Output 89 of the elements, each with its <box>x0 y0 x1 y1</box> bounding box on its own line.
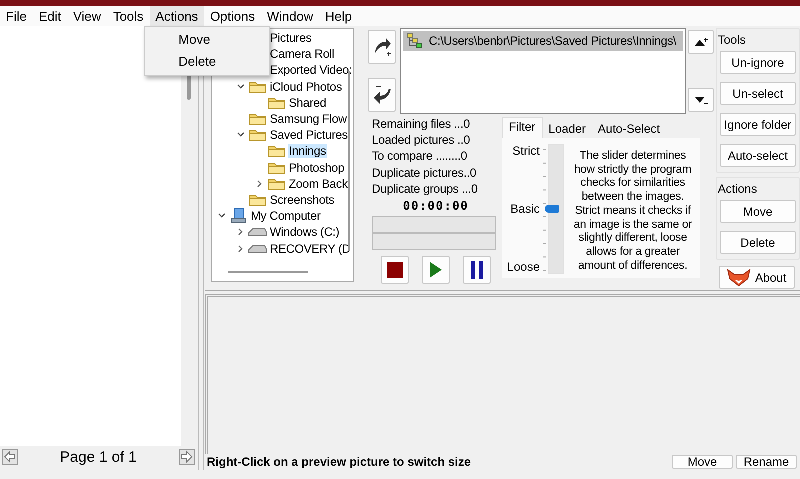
folder-icon <box>268 96 286 110</box>
action-button[interactable]: Move <box>720 200 796 223</box>
group-title: Actions <box>718 182 758 196</box>
folder-icon <box>268 144 286 158</box>
move-down-button[interactable] <box>688 88 714 112</box>
tree-item[interactable]: Screenshots <box>269 192 336 207</box>
tree-item[interactable]: Shared <box>288 96 328 110</box>
scrollbar-thumb[interactable] <box>228 271 308 273</box>
drive-icon <box>248 244 268 254</box>
stat-line: Duplicate pictures..0 <box>372 164 478 181</box>
slider-track[interactable] <box>548 144 564 274</box>
computer-icon <box>230 208 248 224</box>
chevron-icon[interactable] <box>256 180 264 188</box>
menu-item[interactable]: Help <box>319 6 358 26</box>
stat-line: Loaded pictures ..0 <box>372 132 472 148</box>
folder-icon <box>268 176 286 191</box>
play-button[interactable] <box>422 256 450 284</box>
triangle-plus-icon <box>694 37 708 47</box>
stop-button[interactable] <box>381 256 409 284</box>
tree-item[interactable]: Innings <box>288 144 328 158</box>
fox-icon <box>727 268 752 286</box>
tree-item[interactable]: Camera Roll <box>269 47 336 62</box>
action-button[interactable]: Ignore folder <box>720 113 796 136</box>
status-button[interactable]: Rename <box>736 455 797 469</box>
menu-option[interactable]: Delete <box>144 51 269 73</box>
tab[interactable]: Loader <box>542 120 592 138</box>
add-folder-button[interactable] <box>368 30 396 64</box>
tree-item[interactable]: My Computer <box>250 209 322 224</box>
page-label: Page 1 of 1 <box>60 448 137 466</box>
tree-item[interactable]: Pictures <box>269 31 313 46</box>
chevron-icon[interactable] <box>237 131 245 140</box>
drive-icon <box>248 227 268 238</box>
scrollbar-thumb[interactable] <box>348 71 350 251</box>
stat-line: To compare ........0 <box>372 148 468 165</box>
menu-option[interactable]: Move <box>144 29 269 51</box>
status-button[interactable]: Move <box>672 455 733 469</box>
menu-item[interactable]: Edit <box>32 6 68 26</box>
folder-tree-icon <box>407 33 423 49</box>
action-button[interactable]: Auto-select <box>720 144 796 167</box>
triangle-minus-icon <box>694 95 708 105</box>
chevron-icon[interactable] <box>218 212 226 220</box>
tree-item[interactable]: Photoshop <box>288 160 346 175</box>
tab[interactable]: Auto-Select <box>592 120 666 138</box>
action-button[interactable]: Un-select <box>720 82 796 105</box>
stop-icon <box>387 262 403 278</box>
slider-thumb[interactable] <box>545 205 559 213</box>
next-page-icon[interactable] <box>179 449 196 465</box>
pause-icon <box>471 261 483 280</box>
scale-label: Strict <box>512 144 540 158</box>
menu-item[interactable]: Options <box>204 6 262 26</box>
folder-icon <box>249 112 267 126</box>
remove-folder-button[interactable] <box>368 78 396 112</box>
stat-line: Duplicate groups ...0 <box>372 180 479 198</box>
description-text: The slider determines how strictly the program checks for similarities between the images. Strict means it checks if an image is the same or slightly different, loose allows for a greater amount of differences. <box>572 149 694 274</box>
tree-item[interactable]: Exported Video: <box>269 63 353 78</box>
folder-entry[interactable]: C:\Users\benbr\Pictures\Saved Pictures\Innings\ <box>403 31 683 51</box>
about-button[interactable]: About <box>719 266 795 289</box>
tree-item[interactable]: Windows (C:) <box>269 225 341 240</box>
action-button[interactable]: Delete <box>720 231 796 254</box>
menu-item[interactable]: View <box>67 6 108 26</box>
play-icon <box>430 262 442 278</box>
status-hint: Right-Click on a preview picture to switch size <box>207 455 472 469</box>
pause-button[interactable] <box>463 256 491 284</box>
menu-item[interactable]: File <box>0 6 33 26</box>
folder-icon <box>249 128 267 142</box>
move-up-button[interactable] <box>688 30 714 54</box>
curved-arrow-minus-icon <box>372 84 392 106</box>
tab[interactable]: Filter <box>502 117 543 138</box>
tree-item[interactable]: Zoom Back <box>288 176 349 191</box>
scale-label: Loose <box>507 260 540 274</box>
chevron-icon[interactable] <box>237 228 245 236</box>
group-title: Tools <box>718 33 748 47</box>
elapsed-timer: 00:00:00 <box>402 199 470 214</box>
menu-item[interactable]: Window <box>261 6 320 26</box>
chevron-icon[interactable] <box>237 82 245 91</box>
chevron-icon[interactable] <box>237 244 245 253</box>
action-button[interactable]: Un-ignore <box>720 51 796 74</box>
menu-item[interactable]: Tools <box>107 6 150 26</box>
curved-arrow-plus-icon <box>372 36 392 58</box>
folder-icon <box>249 192 267 207</box>
scale-label: Basic <box>510 202 540 216</box>
stat-line: Remaining files ...0 <box>372 116 472 132</box>
tree-item[interactable]: iCloud Photos <box>269 80 344 94</box>
previous-page-icon[interactable] <box>2 449 18 465</box>
tree-item[interactable]: Saved Pictures <box>269 128 349 142</box>
menu-item[interactable]: Actions <box>150 6 204 26</box>
folder-icon <box>268 160 286 175</box>
tree-item[interactable]: Samsung Flow <box>269 112 348 126</box>
folder-icon <box>249 80 267 94</box>
